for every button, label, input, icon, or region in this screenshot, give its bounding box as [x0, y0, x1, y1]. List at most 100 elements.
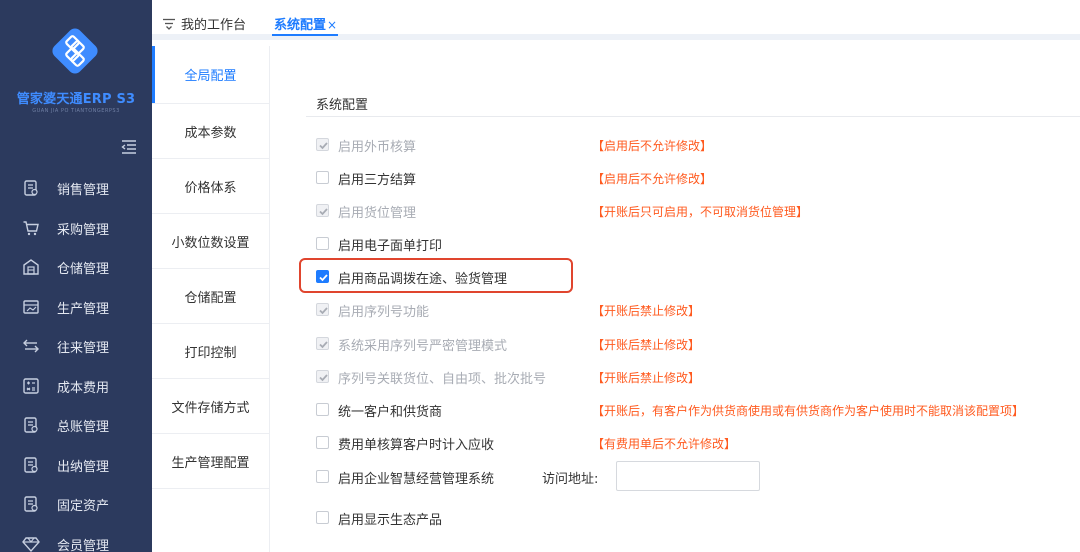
sidebar-item-ledger[interactable]: 总账管理 [0, 405, 152, 445]
setting-serial-link: 序列号关联货位、自由项、批次批号 【开账后禁止修改】 [316, 367, 1080, 387]
setting-label: 统一客户和供货商 [338, 405, 443, 420]
setting-serial-number: 启用序列号功能 【开账后禁止修改】 [316, 300, 1080, 320]
sidebar-item-warehouse[interactable]: 仓储管理 [0, 247, 152, 287]
checkbox [316, 204, 329, 217]
subnav-label: 全局配置 [184, 69, 237, 84]
setting-smart-management[interactable]: 启用企业智慧经营管理系统 访问地址: [316, 461, 1080, 491]
checkbox [316, 337, 329, 350]
setting-label: 启用电子面单打印 [338, 239, 443, 254]
access-address-label: 访问地址: [542, 472, 599, 487]
setting-eco-products[interactable]: 启用显示生态产品 [316, 508, 1080, 528]
setting-note: 【启用后不允许修改】 [592, 139, 713, 153]
setting-note: 【开账后只可启用，不可取消货位管理】 [592, 205, 809, 219]
subnav-item-decimal-settings[interactable]: 小数位数设置 [152, 214, 269, 269]
checkbox[interactable] [316, 237, 329, 250]
main-menu: 销售管理 采购管理 仓储管理 生产管理 往来管理 成本费用 总账管理 出纳管理 … [0, 168, 152, 552]
subnav-item-price-system[interactable]: 价格体系 [152, 159, 269, 214]
warehouse-icon [22, 258, 40, 276]
sidebar-item-label: 成本费用 [57, 380, 110, 396]
section-title: 系统配置 [316, 98, 369, 113]
setting-label: 系统采用序列号严密管理模式 [338, 339, 508, 354]
highlight-annotation [299, 258, 573, 293]
setting-note: 【开账后禁止修改】 [592, 304, 701, 318]
setting-label: 启用显示生态产品 [338, 513, 443, 528]
sidebar: 管家婆天通ERP S3 GUAN JIA PO TIANTONGERPS3 销售… [0, 0, 152, 552]
sidebar-item-label: 会员管理 [57, 538, 110, 552]
document-icon [22, 179, 40, 197]
close-icon[interactable]: × [327, 18, 337, 32]
tab-bar: 我的工作台 系统配置× [152, 0, 1080, 40]
subnav-item-global[interactable]: 全局配置 [152, 46, 269, 104]
config-category-nav: 全局配置 成本参数 价格体系 小数位数设置 仓储配置 打印控制 文件存储方式 生… [152, 46, 270, 552]
checkbox[interactable] [316, 436, 329, 449]
cost-icon [22, 377, 40, 395]
sidebar-item-label: 销售管理 [57, 183, 110, 198]
setting-location-management: 启用货位管理 【开账后只可启用，不可取消货位管理】 [316, 201, 1080, 221]
active-tab-indicator [272, 34, 338, 36]
subnav-item-print-control[interactable]: 打印控制 [152, 324, 269, 379]
sidebar-item-label: 生产管理 [57, 301, 110, 317]
setting-note: 【有费用单后不允许修改】 [592, 437, 737, 451]
tab-system-config[interactable]: 系统配置× [274, 14, 337, 33]
subnav-label: 打印控制 [184, 345, 237, 361]
tab-label: 我的工作台 [181, 18, 247, 33]
subnav-item-file-storage[interactable]: 文件存储方式 [152, 379, 269, 434]
sidebar-item-label: 仓储管理 [57, 262, 110, 277]
subnav-item-warehouse-config[interactable]: 仓储配置 [152, 269, 269, 324]
checkbox[interactable] [316, 403, 329, 416]
tab-label: 系统配置 [274, 18, 327, 33]
collapse-menu-icon[interactable] [120, 138, 138, 156]
checkbox[interactable] [316, 470, 329, 483]
subnav-label: 小数位数设置 [171, 235, 250, 251]
setting-unify-customer-supplier[interactable]: 统一客户和供货商 【开账后，有客户作为供货商使用或有供货商作为客户使用时不能取消该… [316, 400, 1080, 420]
subnav-item-cost-params[interactable]: 成本参数 [152, 104, 269, 159]
tab-workspace[interactable]: 我的工作台 [162, 14, 246, 33]
section-divider [306, 116, 1080, 117]
menu-filter-icon [163, 18, 175, 30]
app-name: 管家婆天通ERP S3 [16, 92, 136, 107]
setting-note: 【启用后不允许修改】 [592, 172, 713, 186]
subnav-label: 生产管理配置 [171, 455, 250, 471]
setting-note: 【开账后禁止修改】 [592, 338, 701, 352]
setting-serial-strict-mode: 系统采用序列号严密管理模式 【开账后禁止修改】 [316, 334, 1080, 354]
setting-e-waybill-print[interactable]: 启用电子面单打印 [316, 234, 1080, 254]
sidebar-item-members[interactable]: 会员管理 [0, 524, 152, 552]
setting-expense-receivable[interactable]: 费用单核算客户时计入应收 【有费用单后不允许修改】 [316, 433, 1080, 453]
setting-label: 启用外币核算 [338, 140, 417, 155]
sidebar-item-label: 总账管理 [57, 420, 110, 435]
sidebar-item-purchase[interactable]: 采购管理 [0, 208, 152, 248]
asset-icon [22, 495, 40, 513]
checkbox[interactable] [316, 171, 329, 184]
checkbox [316, 303, 329, 316]
checkbox [316, 370, 329, 383]
diamond-icon [22, 535, 40, 552]
sidebar-item-cost[interactable]: 成本费用 [0, 366, 152, 406]
factory-icon [22, 298, 40, 316]
setting-foreign-currency: 启用外币核算 【启用后不允许修改】 [316, 135, 1080, 155]
subnav-label: 文件存储方式 [171, 400, 250, 416]
setting-label: 启用三方结算 [338, 173, 417, 188]
subnav-label: 成本参数 [184, 125, 237, 141]
setting-label: 启用货位管理 [338, 206, 417, 221]
sidebar-item-label: 固定资产 [57, 499, 110, 514]
sidebar-item-sales[interactable]: 销售管理 [0, 168, 152, 208]
checkbox[interactable] [316, 511, 329, 524]
subnav-label: 价格体系 [184, 180, 237, 196]
sidebar-item-label: 出纳管理 [57, 459, 110, 475]
setting-tripartite-settlement[interactable]: 启用三方结算 【启用后不允许修改】 [316, 168, 1080, 188]
subnav-item-production-config[interactable]: 生产管理配置 [152, 434, 269, 489]
cart-icon [22, 219, 40, 237]
sidebar-item-production[interactable]: 生产管理 [0, 287, 152, 327]
setting-note: 【开账后禁止修改】 [592, 371, 701, 385]
access-address-input[interactable] [616, 461, 760, 491]
setting-label: 费用单核算客户时计入应收 [338, 438, 495, 453]
sidebar-item-fixed-assets[interactable]: 固定资产 [0, 484, 152, 524]
sidebar-item-cashier[interactable]: 出纳管理 [0, 445, 152, 485]
setting-label: 启用序列号功能 [338, 305, 430, 320]
sidebar-item-transactions[interactable]: 往来管理 [0, 326, 152, 366]
setting-note: 【开账后，有客户作为供货商使用或有供货商作为客户使用时不能取消该配置项】 [592, 404, 1025, 418]
exchange-icon [22, 337, 40, 355]
app-logo-icon [49, 25, 101, 77]
setting-label: 启用企业智慧经营管理系统 [338, 472, 495, 487]
sidebar-item-label: 采购管理 [57, 222, 110, 238]
